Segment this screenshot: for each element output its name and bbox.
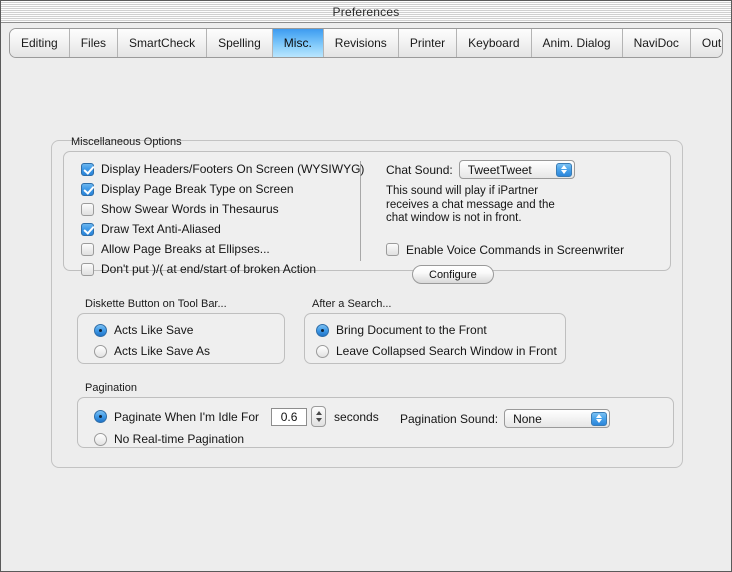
chat-sound-value: TweetTweet <box>467 162 532 177</box>
radio-row-paginate-when-idle[interactable]: Paginate When I'm Idle For 0.6 seconds <box>94 406 379 427</box>
radio-label: No Real-time Pagination <box>114 432 245 446</box>
checkbox-row-display-headers-footers[interactable]: Display Headers/Footers On Screen (WYSIW… <box>81 162 364 176</box>
tab-bar: Editing Files SmartCheck Spelling Misc. … <box>9 28 723 58</box>
after-a-search-group: After a Search... Bring Document to the … <box>304 298 566 364</box>
pagination-label: Pagination <box>85 382 137 394</box>
radio-row-bring-document-front[interactable]: Bring Document to the Front <box>316 323 557 337</box>
checkbox-label: Don't put )/( at end/start of broken Act… <box>101 262 317 276</box>
tab-anim-dialog[interactable]: Anim. Dialog <box>531 29 623 57</box>
radio-row-no-realtime-pagination[interactable]: No Real-time Pagination <box>94 432 379 446</box>
diskette-button-box: Acts Like Save Acts Like Save As <box>77 313 285 364</box>
tab-label: Editing <box>21 36 58 50</box>
checkbox-display-page-break-type[interactable] <box>81 182 94 196</box>
checkbox-label: Draw Text Anti-Aliased <box>101 222 221 236</box>
checkbox-label: Display Page Break Type on Screen <box>101 182 294 196</box>
checkbox-draw-text-anti-aliased[interactable] <box>81 222 94 236</box>
radio-row-acts-like-save[interactable]: Acts Like Save <box>94 323 210 337</box>
radio-label: Acts Like Save As <box>114 344 211 358</box>
tab-label: Outline <box>701 36 722 50</box>
stepper-down-icon[interactable] <box>315 418 322 422</box>
chevron-up-down-icon <box>591 411 608 426</box>
checkbox-enable-voice-commands[interactable] <box>386 243 399 256</box>
tab-outline[interactable]: Outline <box>690 29 722 57</box>
tab-label: Spelling <box>218 36 261 50</box>
configure-button[interactable]: Configure <box>412 265 494 284</box>
stepper-up-icon[interactable] <box>315 411 322 415</box>
pagination-sound-label: Pagination Sound: <box>400 411 499 426</box>
tab-editing[interactable]: Editing <box>10 29 70 57</box>
idle-seconds-input[interactable]: 0.6 <box>271 407 308 426</box>
chat-sound-select[interactable]: TweetTweet <box>458 160 575 179</box>
pagination-box: Paginate When I'm Idle For 0.6 seconds N… <box>77 397 674 448</box>
pagination-sound-select[interactable]: None <box>504 409 611 428</box>
idle-seconds-stepper[interactable] <box>311 406 327 427</box>
after-a-search-label: After a Search... <box>312 298 392 310</box>
tab-label: Files <box>80 36 107 50</box>
tab-files[interactable]: Files <box>69 29 119 57</box>
tab-label: NaviDoc <box>633 36 679 50</box>
radio-label: Bring Document to the Front <box>336 323 487 337</box>
tab-keyboard[interactable]: Keyboard <box>457 29 532 57</box>
configure-button-wrap: Configure <box>386 265 660 284</box>
radio-acts-like-save-as[interactable] <box>94 344 107 358</box>
pagination-sound-value: None <box>513 411 542 426</box>
radio-acts-like-save[interactable] <box>94 323 107 337</box>
radio-row-acts-like-save-as[interactable]: Acts Like Save As <box>94 344 210 358</box>
checkbox-row-dont-put-parens[interactable]: Don't put )/( at end/start of broken Act… <box>81 262 364 276</box>
chat-sound-row: Chat Sound: TweetTweet <box>386 160 660 179</box>
radio-leave-collapsed-search-window[interactable] <box>316 344 329 358</box>
miscellaneous-options-group: Miscellaneous Options Display Headers/Fo… <box>63 136 671 284</box>
chat-sound-description: This sound will play if iPartner receive… <box>386 185 555 224</box>
pagination-sound-row: Pagination Sound: None <box>400 409 611 428</box>
radio-no-realtime-pagination[interactable] <box>94 432 107 446</box>
misc-checkbox-list: Display Headers/Footers On Screen (WYSIW… <box>81 162 364 276</box>
voice-commands-row[interactable]: Enable Voice Commands in Screenwriter <box>386 243 660 257</box>
radio-label: Acts Like Save <box>114 323 194 337</box>
chat-sound-section: Chat Sound: TweetTweet This sound will p… <box>386 160 660 284</box>
miscellaneous-options-label: Miscellaneous Options <box>71 136 182 148</box>
tab-printer[interactable]: Printer <box>398 29 458 57</box>
tab-navidoc[interactable]: NaviDoc <box>622 29 691 57</box>
tab-smartcheck[interactable]: SmartCheck <box>118 29 208 57</box>
idle-seconds-unit-label: seconds <box>334 409 379 424</box>
radio-paginate-when-idle[interactable] <box>94 410 107 423</box>
checkbox-label: Show Swear Words in Thesaurus <box>101 202 279 216</box>
chat-sound-label: Chat Sound: <box>386 162 453 177</box>
diskette-button-label: Diskette Button on Tool Bar... <box>85 298 227 310</box>
radio-label: Leave Collapsed Search Window in Front <box>336 344 557 358</box>
after-search-radio-list: Bring Document to the Front Leave Collap… <box>316 323 557 358</box>
checkbox-show-swear-words[interactable] <box>81 202 94 216</box>
checkbox-label: Display Headers/Footers On Screen (WYSIW… <box>101 162 365 176</box>
checkbox-allow-page-breaks-at-ellipses[interactable] <box>81 242 94 256</box>
chevron-up-down-icon <box>555 162 572 177</box>
checkbox-display-headers-footers[interactable] <box>81 162 94 176</box>
diskette-button-group: Diskette Button on Tool Bar... Acts Like… <box>77 298 285 364</box>
window-title: Preferences <box>332 4 400 19</box>
pagination-group: Pagination Paginate When I'm Idle For 0.… <box>77 382 674 448</box>
tab-label: Printer <box>409 36 446 50</box>
checkbox-row-allow-page-breaks-ellipses[interactable]: Allow Page Breaks at Ellipses... <box>81 242 364 256</box>
after-a-search-box: Bring Document to the Front Leave Collap… <box>304 313 566 364</box>
tab-label: Keyboard <box>468 36 520 50</box>
checkbox-row-draw-text-anti-aliased[interactable]: Draw Text Anti-Aliased <box>81 222 364 236</box>
diskette-radio-list: Acts Like Save Acts Like Save As <box>94 323 210 358</box>
checkbox-dont-put-parens-broken-action[interactable] <box>81 262 94 276</box>
radio-label: Paginate When I'm Idle For <box>114 409 260 424</box>
tab-spelling[interactable]: Spelling <box>207 29 273 57</box>
miscellaneous-options-box: Display Headers/Footers On Screen (WYSIW… <box>63 151 671 284</box>
checkbox-label: Allow Page Breaks at Ellipses... <box>101 242 270 256</box>
pagination-radio-list: Paginate When I'm Idle For 0.6 seconds N… <box>94 406 379 446</box>
checkbox-row-display-page-break-type[interactable]: Display Page Break Type on Screen <box>81 182 364 196</box>
tab-revisions[interactable]: Revisions <box>323 29 399 57</box>
radio-row-leave-collapsed-search[interactable]: Leave Collapsed Search Window in Front <box>316 344 557 358</box>
tab-label: Anim. Dialog <box>542 36 611 50</box>
tab-misc[interactable]: Misc. <box>272 29 324 57</box>
tab-label: SmartCheck <box>129 36 196 50</box>
radio-bring-document-to-front[interactable] <box>316 323 329 337</box>
checkbox-row-show-swear-words[interactable]: Show Swear Words in Thesaurus <box>81 202 364 216</box>
tab-label: Revisions <box>334 36 387 50</box>
window-titlebar[interactable]: Preferences <box>1 1 731 23</box>
tab-label: Misc. <box>283 36 312 50</box>
checkbox-label: Enable Voice Commands in Screenwriter <box>406 242 625 257</box>
